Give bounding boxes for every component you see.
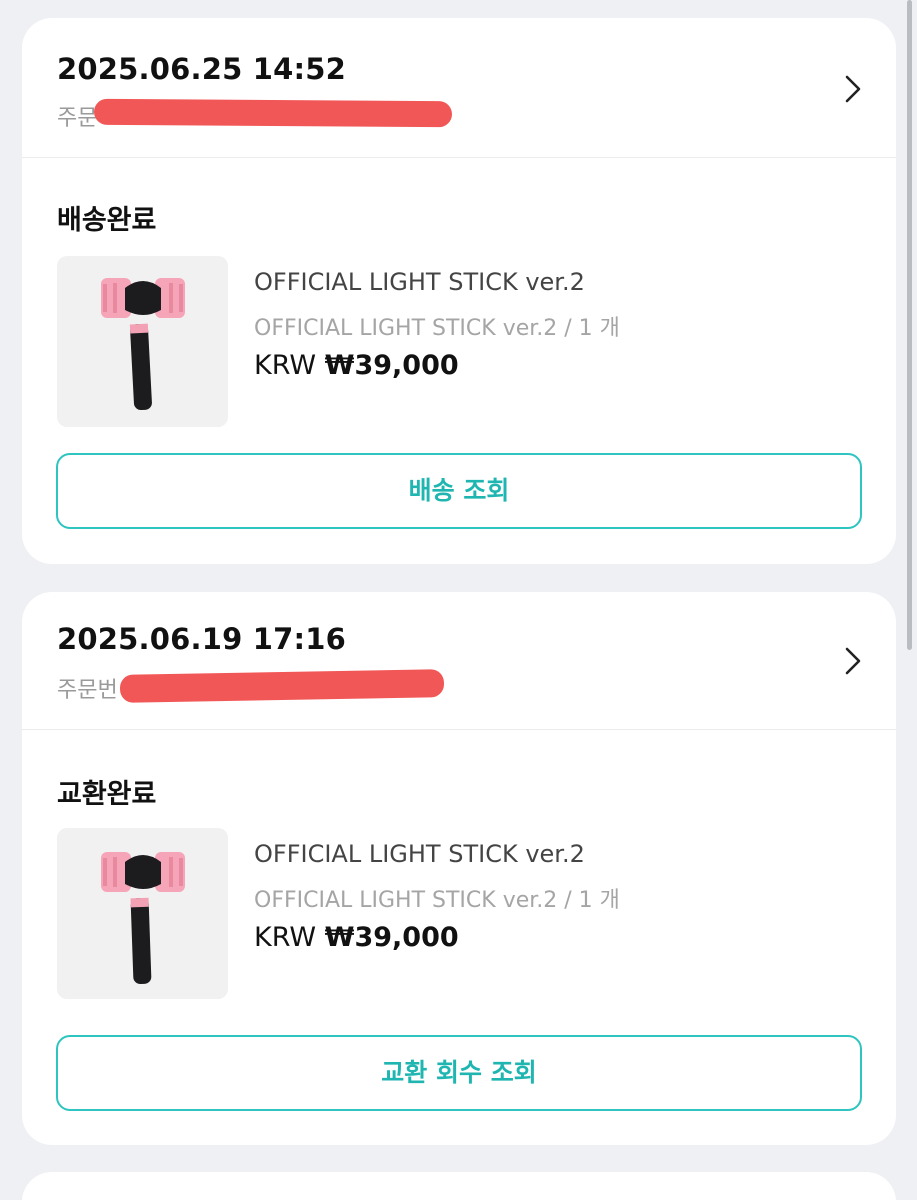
price-currency: KRW — [254, 922, 317, 953]
price-amount: ₩39,000 — [324, 922, 459, 953]
product-price: KRW ₩39,000 — [254, 922, 459, 953]
order-date: 2025.06.25 14:52 — [57, 52, 347, 86]
light-stick-image — [101, 852, 185, 985]
product-option: OFFICIAL LIGHT STICK ver.2 / 1 개 — [254, 316, 620, 341]
product-name: OFFICIAL LIGHT STICK ver.2 — [254, 268, 585, 296]
order-number-redaction — [93, 98, 453, 128]
order-number-label: 주문번 — [57, 678, 118, 703]
light-stick-image — [101, 278, 185, 411]
order-header[interactable]: 2025.06.25 14:52 주문 — [22, 18, 896, 158]
order-card — [22, 1172, 896, 1200]
product-price: KRW ₩39,000 — [254, 350, 459, 381]
order-card: 2025.06.19 17:16 주문번 교환완료 OFFICIAL LIGHT… — [22, 592, 896, 1145]
order-header[interactable]: 2025.06.19 17:16 주문번 — [22, 592, 896, 730]
chevron-right-icon[interactable] — [842, 74, 864, 104]
chevron-right-icon[interactable] — [842, 646, 864, 676]
product-thumbnail[interactable] — [57, 828, 228, 999]
product-thumbnail[interactable] — [57, 256, 228, 427]
track-exchange-pickup-button[interactable]: 교환 회수 조회 — [56, 1035, 862, 1111]
track-delivery-button[interactable]: 배송 조회 — [56, 453, 862, 529]
order-date: 2025.06.19 17:16 — [57, 622, 347, 656]
price-currency: KRW — [254, 350, 317, 381]
product-name: OFFICIAL LIGHT STICK ver.2 — [254, 840, 585, 868]
order-status: 배송완료 — [57, 205, 157, 236]
scrollbar[interactable] — [907, 0, 912, 650]
product-option: OFFICIAL LIGHT STICK ver.2 / 1 개 — [254, 888, 620, 913]
order-number-label: 주문 — [57, 106, 98, 131]
order-status: 교환완료 — [57, 779, 157, 810]
order-card: 2025.06.25 14:52 주문 배송완료 OFFICIAL LIGHT … — [22, 18, 896, 564]
order-number-redaction — [119, 669, 445, 703]
price-amount: ₩39,000 — [324, 350, 459, 381]
